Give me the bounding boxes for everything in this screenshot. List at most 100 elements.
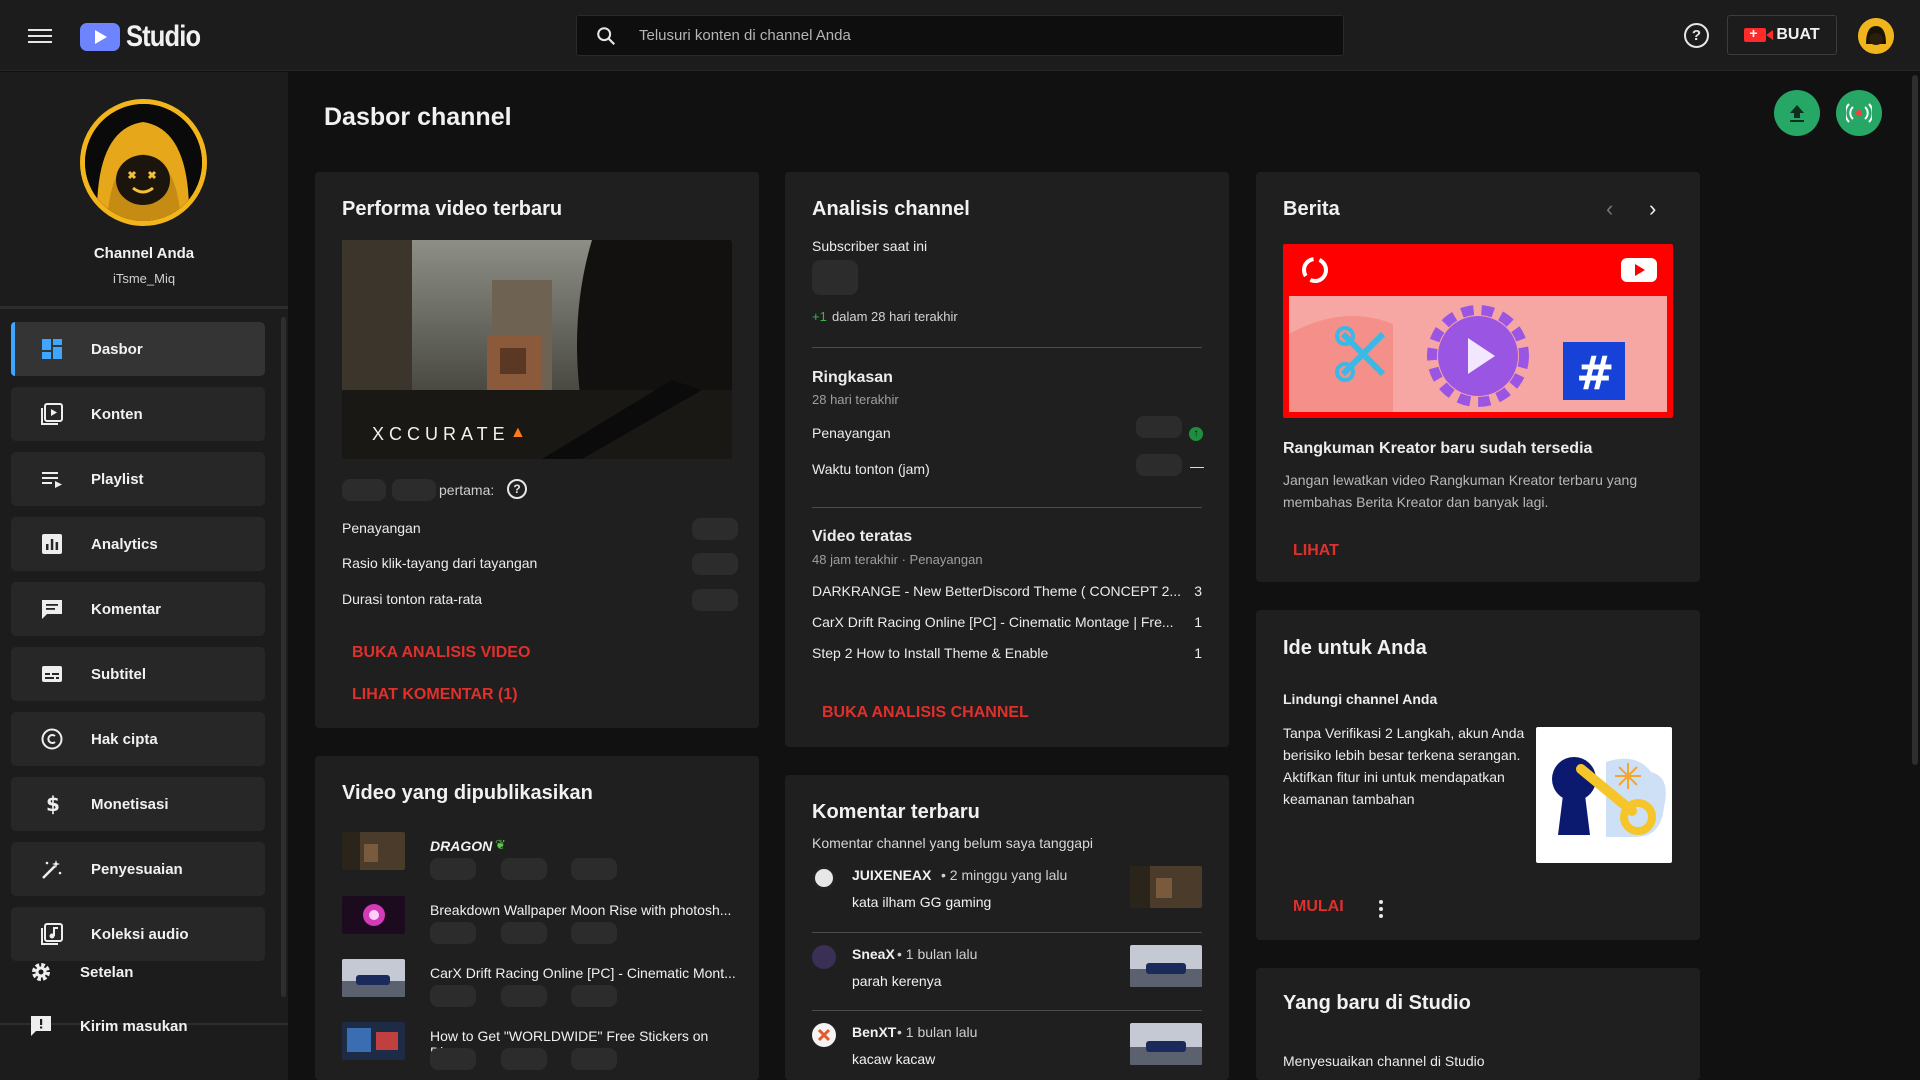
metric-label: Rasio klik-tayang dari tayangan (342, 555, 538, 571)
live-icon (1846, 103, 1872, 123)
placeholder-pill (501, 858, 547, 880)
video-thumbnail (342, 896, 405, 934)
comment-author[interactable]: JUIXENEAX (852, 867, 931, 883)
youtube-logo-icon (80, 23, 120, 51)
create-button[interactable]: BUAT (1727, 15, 1837, 55)
comment-author[interactable]: SneaX (852, 946, 895, 962)
help-icon[interactable]: ? (1684, 23, 1709, 48)
view-comments-link[interactable]: LIHAT KOMENTAR (1) (352, 686, 518, 704)
card-title: Analisis channel (812, 198, 970, 220)
channel-avatar[interactable] (80, 99, 207, 226)
list-item[interactable]: SneaX • 1 bulan lalu parah kerenya (812, 945, 1202, 1011)
video-thumbnail (1130, 866, 1202, 908)
start-idea-link[interactable]: MULAI (1293, 898, 1344, 916)
list-item[interactable]: Breakdown Wallpaper Moon Rise with photo… (342, 896, 742, 944)
list-item[interactable]: CarX Drift Racing Online [PC] - Cinemati… (342, 959, 742, 1007)
view-news-link[interactable]: LIHAT (1293, 542, 1339, 560)
avatar[interactable] (812, 945, 836, 969)
sidebar-item-customization[interactable]: Penyesuaian (11, 842, 265, 896)
subtitles-icon (38, 660, 66, 688)
chevron-right-icon[interactable]: › (1649, 196, 1656, 222)
sidebar-item-label: Analytics (91, 535, 158, 553)
list-item[interactable]: DRAGON ❦ (342, 832, 742, 880)
sidebar-item-content[interactable]: Konten (11, 387, 265, 441)
first-period-label: pertama: (439, 482, 495, 498)
metric-label: Penayangan (342, 520, 421, 536)
subscriber-label: Subscriber saat ini (812, 238, 928, 254)
help-icon[interactable]: ? (507, 479, 527, 499)
comments-subtitle: Komentar channel yang belum saya tanggap… (812, 835, 1093, 851)
placeholder-pill (430, 1048, 476, 1070)
content-icon (38, 400, 66, 428)
customization-icon (38, 855, 66, 883)
placeholder-pill (430, 922, 476, 944)
comment-author[interactable]: BenXT (852, 1024, 896, 1040)
top-video-views: 3 (1194, 583, 1202, 599)
sidebar: Channel Anda iTsme_Miq Dasbor Konten Pla… (0, 72, 288, 1080)
sidebar-scrollbar[interactable] (281, 317, 286, 997)
upload-icon (1790, 105, 1804, 122)
sidebar-item-label: Komentar (91, 600, 162, 618)
card-title: Video yang dipublikasikan (342, 782, 593, 804)
latest-video-performance-card: Performa video terbaru XCCURATE ▲ pertam… (315, 172, 759, 728)
summary-title: Ringkasan (812, 369, 893, 386)
svg-text:#: # (1576, 346, 1615, 400)
published-videos-card: Video yang dipublikasikan DRAGON ❦ Break… (315, 756, 759, 1080)
whats-new-item[interactable]: Menyesuaikan channel di Studio (1283, 1053, 1485, 1069)
table-row[interactable]: Step 2 How to Install Theme & Enable 1 (812, 645, 1202, 667)
open-channel-analytics-link[interactable]: BUKA ANALISIS CHANNEL (822, 704, 1029, 722)
studio-logo[interactable]: Studio (80, 20, 213, 54)
more-options-icon[interactable] (1378, 898, 1384, 918)
menu-icon[interactable] (28, 26, 52, 46)
placeholder-pill (501, 1048, 547, 1070)
list-item[interactable]: BenXT • 1 bulan lalu kacaw kacaw (812, 1023, 1202, 1079)
account-avatar[interactable] (1858, 18, 1894, 54)
summary-label: Penayangan (812, 425, 891, 441)
create-label: BUAT (1776, 26, 1820, 43)
search-input[interactable] (639, 16, 1329, 55)
app-title: Studio (126, 20, 201, 53)
open-video-analytics-link[interactable]: BUKA ANALISIS VIDEO (352, 644, 530, 662)
sidebar-nav: Dasbor Konten Playlist Analytics Komenta… (11, 322, 265, 972)
sidebar-item-comments[interactable]: Komentar (11, 582, 265, 636)
sidebar-item-playlist[interactable]: Playlist (11, 452, 265, 506)
sidebar-item-copyright[interactable]: Hak cipta (11, 712, 265, 766)
top-video-title: DARKRANGE - New BetterDiscord Theme ( CO… (812, 583, 1182, 599)
main-scrollbar[interactable] (1912, 75, 1918, 765)
video-title: Breakdown Wallpaper Moon Rise with photo… (430, 902, 732, 918)
news-image[interactable]: # (1283, 244, 1673, 418)
card-title: Yang baru di Studio (1283, 992, 1471, 1014)
top-video-views: 1 (1194, 614, 1202, 630)
leaf-icon: ❦ (495, 837, 506, 852)
divider (0, 306, 288, 309)
latest-video-thumbnail[interactable]: XCCURATE ▲ (342, 240, 732, 459)
comments-icon (38, 595, 66, 623)
sidebar-item-analytics[interactable]: Analytics (11, 517, 265, 571)
avatar[interactable] (812, 1023, 836, 1047)
sidebar-item-dashboard[interactable]: Dasbor (11, 322, 265, 376)
sidebar-item-subtitles[interactable]: Subtitel (11, 647, 265, 701)
divider (812, 1010, 1202, 1011)
comment-text: kacaw kacaw (852, 1051, 936, 1067)
sidebar-item-label: Subtitel (91, 665, 146, 683)
subscriber-count (812, 260, 858, 295)
idea-body: Tanpa Verifikasi 2 Langkah, akun Anda be… (1283, 725, 1525, 807)
list-item[interactable]: JUIXENEAX • 2 minggu yang lalu kata ilha… (812, 866, 1202, 932)
list-item[interactable]: How to Get "WORLDWIDE" Free Stickers on … (342, 1022, 742, 1070)
table-row[interactable]: DARKRANGE - New BetterDiscord Theme ( CO… (812, 583, 1202, 605)
trend-up-icon: ↑ (1189, 427, 1203, 441)
table-row[interactable]: CarX Drift Racing Online [PC] - Cinemati… (812, 614, 1202, 636)
video-title: CarX Drift Racing Online [PC] - Cinemati… (430, 965, 736, 981)
placeholder-pill (692, 553, 738, 575)
go-live-button[interactable] (1836, 90, 1882, 136)
upload-button[interactable] (1774, 90, 1820, 136)
avatar[interactable] (812, 866, 836, 890)
latest-comments-card: Komentar terbaru Komentar channel yang b… (785, 775, 1229, 1080)
sidebar-item-monetization[interactable]: $ Monetisasi (11, 777, 265, 831)
card-title: Komentar terbaru (812, 801, 980, 823)
search-icon[interactable] (595, 25, 617, 47)
sidebar-item-feedback[interactable]: Kirim masukan (0, 1006, 288, 1046)
chevron-left-icon[interactable]: ‹ (1606, 196, 1613, 222)
card-title: Ide untuk Anda (1283, 637, 1427, 659)
sidebar-item-settings[interactable]: Setelan (0, 952, 288, 992)
